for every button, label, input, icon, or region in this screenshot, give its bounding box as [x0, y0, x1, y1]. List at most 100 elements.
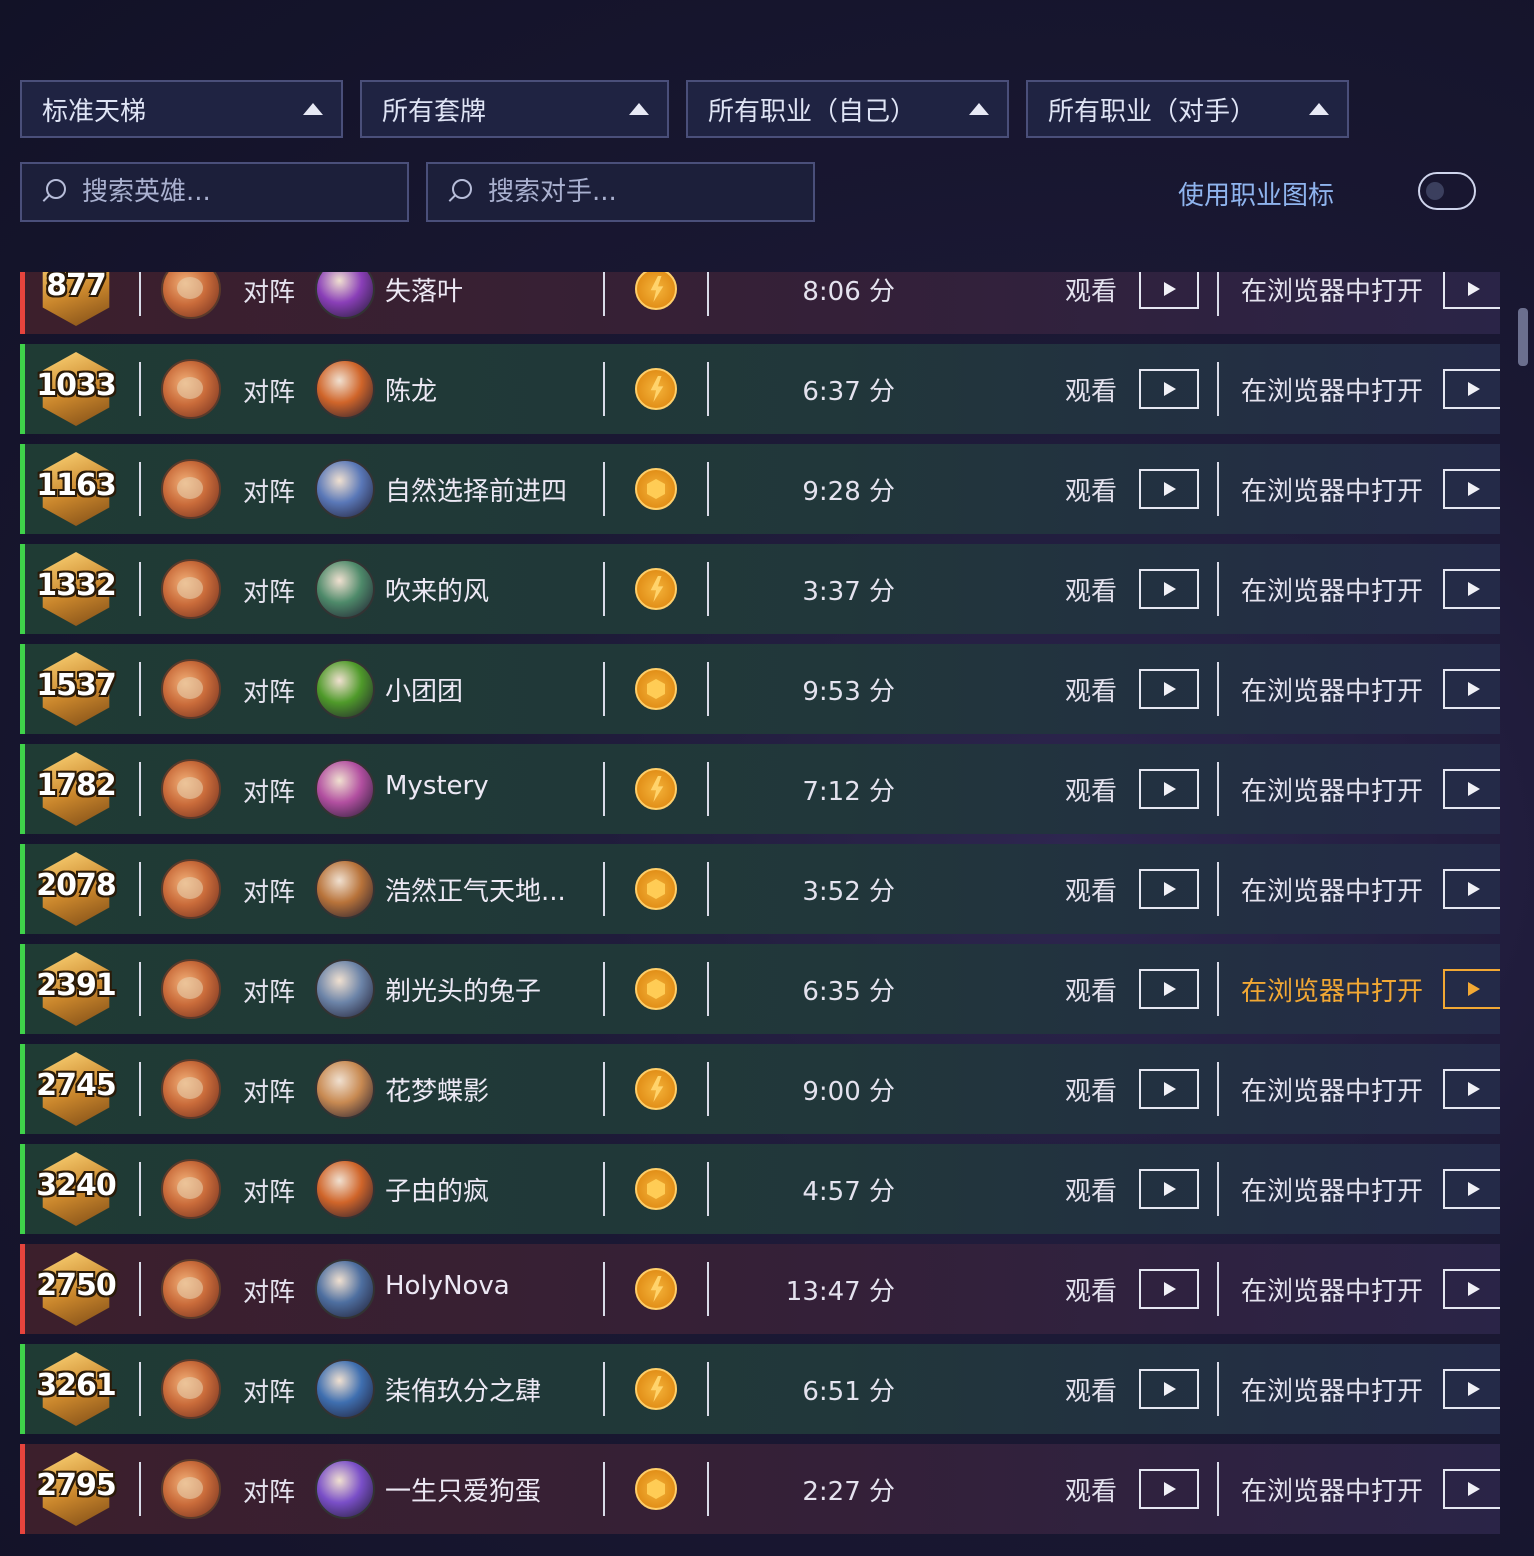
divider: [603, 1262, 605, 1316]
watch-play-button[interactable]: [1139, 569, 1199, 609]
open-in-browser-button[interactable]: [1443, 1269, 1500, 1309]
divider: [707, 962, 709, 1016]
watch-play-button[interactable]: [1139, 1069, 1199, 1109]
rank-value: 2750: [36, 1268, 117, 1303]
watch-play-button[interactable]: [1139, 869, 1199, 909]
divider: [603, 362, 605, 416]
open-in-browser-button[interactable]: [1443, 769, 1500, 809]
caret-up-icon: [303, 103, 323, 115]
own-class-dropdown[interactable]: 所有职业（自己）: [686, 80, 1009, 138]
hero-portrait: [161, 1159, 221, 1219]
versus-label: 对阵: [243, 1478, 296, 1508]
watch-label[interactable]: 观看: [1065, 1371, 1117, 1408]
hero-search-input[interactable]: [80, 176, 384, 208]
watch-play-button[interactable]: [1139, 272, 1199, 309]
opponent-portrait: [315, 959, 375, 1019]
rank-value: 2391: [36, 968, 117, 1003]
open-in-browser-label[interactable]: 在浏览器中打开: [1241, 1271, 1423, 1308]
opponent-class-dropdown[interactable]: 所有职业（对手）: [1026, 80, 1349, 138]
versus-label: 对阵: [243, 678, 296, 708]
open-in-browser-label[interactable]: 在浏览器中打开: [1241, 1171, 1423, 1208]
rank-badge: 1537: [36, 652, 117, 726]
open-in-browser-label[interactable]: 在浏览器中打开: [1241, 571, 1423, 608]
versus-label: 对阵: [243, 978, 296, 1008]
replay-list-content: 877 对阵 失落叶 8:06 分 观看 在浏览器中打开 1033 对阵 陈龙 …: [20, 272, 1500, 1544]
replay-row: 2750 对阵 HolyNova 13:47 分 观看 在浏览器中打开: [20, 1244, 1500, 1334]
game-duration: 9:28 分: [802, 477, 895, 507]
lightning-icon: [635, 1268, 677, 1310]
opponent-portrait: [315, 272, 375, 319]
watch-label[interactable]: 观看: [1065, 871, 1117, 908]
watch-label[interactable]: 观看: [1065, 971, 1117, 1008]
rank-value: 1332: [36, 568, 117, 603]
versus-label: 对阵: [243, 878, 296, 908]
opponent-portrait: [315, 859, 375, 919]
watch-play-button[interactable]: [1139, 1269, 1199, 1309]
open-in-browser-button[interactable]: [1443, 569, 1500, 609]
format-dropdown[interactable]: 标准天梯: [20, 80, 343, 138]
divider: [1217, 462, 1219, 516]
watch-label[interactable]: 观看: [1065, 1171, 1117, 1208]
rank-badge: 3240: [36, 1152, 117, 1226]
watch-label[interactable]: 观看: [1065, 1471, 1117, 1508]
open-in-browser-button[interactable]: [1443, 1469, 1500, 1509]
opponent-name: 子由的疯: [385, 1177, 490, 1207]
open-in-browser-label[interactable]: 在浏览器中打开: [1241, 371, 1423, 408]
watch-label[interactable]: 观看: [1065, 1271, 1117, 1308]
watch-label[interactable]: 观看: [1065, 571, 1117, 608]
opponent-name: 陈龙: [385, 377, 438, 407]
deck-dropdown[interactable]: 所有套牌: [360, 80, 669, 138]
watch-play-button[interactable]: [1139, 669, 1199, 709]
open-in-browser-label[interactable]: 在浏览器中打开: [1241, 1471, 1423, 1508]
divider: [139, 1462, 141, 1516]
open-in-browser-label[interactable]: 在浏览器中打开: [1241, 771, 1423, 808]
rank-badge: 2078: [36, 852, 117, 926]
scrollbar-thumb[interactable]: [1518, 308, 1528, 366]
open-in-browser-label[interactable]: 在浏览器中打开: [1241, 471, 1423, 508]
open-in-browser-button[interactable]: [1443, 869, 1500, 909]
open-in-browser-button[interactable]: [1443, 272, 1500, 309]
watch-play-button[interactable]: [1139, 769, 1199, 809]
open-in-browser-label[interactable]: 在浏览器中打开: [1241, 1371, 1423, 1408]
opponent-portrait: [315, 759, 375, 819]
deck-dropdown-label: 所有套牌: [382, 96, 487, 127]
watch-label[interactable]: 观看: [1065, 471, 1117, 508]
opponent-search-input[interactable]: [486, 176, 790, 208]
open-in-browser-button[interactable]: [1443, 1169, 1500, 1209]
open-in-browser-button[interactable]: [1443, 1369, 1500, 1409]
open-in-browser-button[interactable]: [1443, 369, 1500, 409]
open-in-browser-label[interactable]: 在浏览器中打开: [1241, 272, 1423, 308]
rank-badge: 1163: [36, 452, 117, 526]
open-in-browser-label[interactable]: 在浏览器中打开: [1241, 1071, 1423, 1108]
caret-up-icon: [1309, 103, 1329, 115]
open-in-browser-button[interactable]: [1443, 1069, 1500, 1109]
divider: [139, 272, 141, 316]
divider: [139, 1162, 141, 1216]
watch-play-button[interactable]: [1139, 369, 1199, 409]
open-in-browser-button[interactable]: [1443, 969, 1500, 1009]
watch-play-button[interactable]: [1139, 1369, 1199, 1409]
opponent-name: 剃光头的兔子: [385, 977, 542, 1007]
watch-label[interactable]: 观看: [1065, 1071, 1117, 1108]
watch-label[interactable]: 观看: [1065, 671, 1117, 708]
watch-play-button[interactable]: [1139, 1169, 1199, 1209]
watch-play-button[interactable]: [1139, 469, 1199, 509]
rank-value: 1782: [36, 768, 117, 803]
class-icon-toggle[interactable]: [1418, 172, 1476, 210]
versus-label: 对阵: [243, 1278, 296, 1308]
watch-play-button[interactable]: [1139, 1469, 1199, 1509]
open-in-browser-label[interactable]: 在浏览器中打开: [1241, 971, 1423, 1008]
watch-label[interactable]: 观看: [1065, 771, 1117, 808]
open-in-browser-label[interactable]: 在浏览器中打开: [1241, 871, 1423, 908]
open-in-browser-label[interactable]: 在浏览器中打开: [1241, 671, 1423, 708]
rank-value: 1163: [36, 468, 117, 503]
caret-up-icon: [629, 103, 649, 115]
divider: [1217, 762, 1219, 816]
versus-label: 对阵: [243, 478, 296, 508]
watch-label[interactable]: 观看: [1065, 272, 1117, 308]
open-in-browser-button[interactable]: [1443, 669, 1500, 709]
open-in-browser-button[interactable]: [1443, 469, 1500, 509]
divider: [139, 862, 141, 916]
watch-play-button[interactable]: [1139, 969, 1199, 1009]
watch-label[interactable]: 观看: [1065, 371, 1117, 408]
